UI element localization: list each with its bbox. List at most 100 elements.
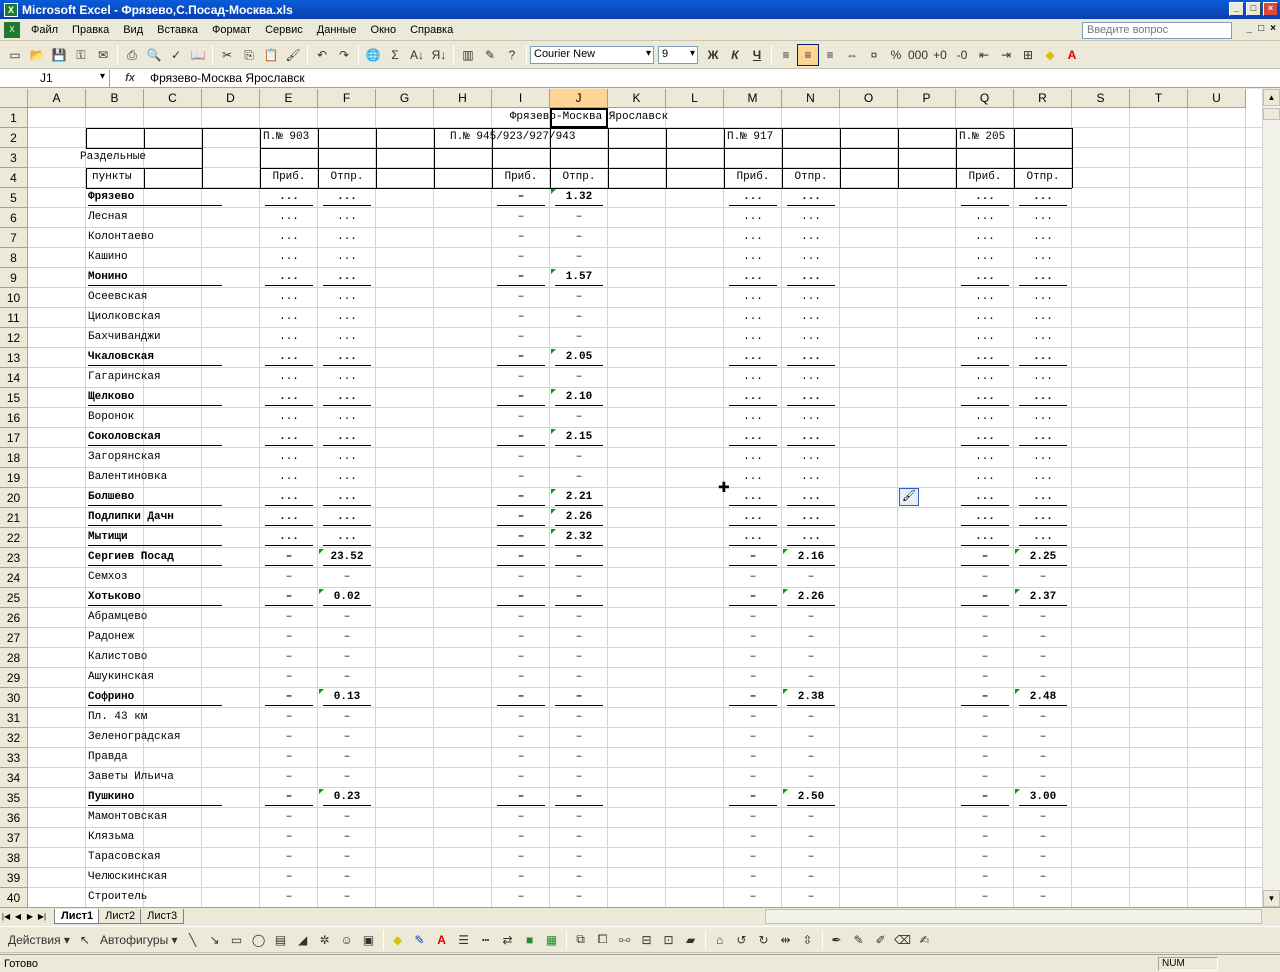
- row-header-27[interactable]: 27: [0, 628, 28, 648]
- font-color-icon[interactable]: A: [1061, 44, 1083, 66]
- send-back-icon[interactable]: ⧟: [614, 929, 636, 951]
- col-header-H[interactable]: H: [434, 89, 492, 108]
- col-header-S[interactable]: S: [1072, 89, 1130, 108]
- row-header-26[interactable]: 26: [0, 608, 28, 628]
- line-icon[interactable]: ╲: [182, 929, 204, 951]
- row-header-20[interactable]: 20: [0, 488, 28, 508]
- pen-icon[interactable]: ✒: [826, 929, 848, 951]
- currency-icon[interactable]: ¤: [863, 44, 885, 66]
- select-objects-icon[interactable]: ↖: [74, 929, 96, 951]
- wordart-icon[interactable]: ◢: [292, 929, 314, 951]
- col-header-K[interactable]: K: [608, 89, 666, 108]
- row-header-31[interactable]: 31: [0, 708, 28, 728]
- col-header-I[interactable]: I: [492, 89, 550, 108]
- row-header-36[interactable]: 36: [0, 808, 28, 828]
- italic-button[interactable]: К: [724, 44, 746, 66]
- eraser-icon[interactable]: ⌫: [892, 929, 914, 951]
- oval-icon[interactable]: ◯: [248, 929, 270, 951]
- prev-sheet-icon[interactable]: ◀: [12, 912, 24, 921]
- worksheet-grid[interactable]: A B C D E F G H I J K L M N O P Q R S T U 1 2 3 4 5 6 7 8 9 10 11 12 13 14…: [0, 89, 1262, 907]
- merge-center-icon[interactable]: ⇔: [841, 44, 863, 66]
- col-header-Q[interactable]: Q: [956, 89, 1014, 108]
- col-header-F[interactable]: F: [318, 89, 376, 108]
- row-header-16[interactable]: 16: [0, 408, 28, 428]
- col-header-C[interactable]: C: [144, 89, 202, 108]
- document-icon[interactable]: X: [4, 22, 20, 38]
- row-header-29[interactable]: 29: [0, 668, 28, 688]
- row-header-11[interactable]: 11: [0, 308, 28, 328]
- row-header-39[interactable]: 39: [0, 868, 28, 888]
- row-header-40[interactable]: 40: [0, 888, 28, 907]
- formula-input[interactable]: Фрязево-Москва Ярославск: [150, 71, 305, 85]
- row-header-3[interactable]: 3: [0, 148, 28, 168]
- name-box[interactable]: J1: [0, 69, 110, 87]
- menu-item-7[interactable]: Окно: [364, 24, 404, 36]
- 3d-icon[interactable]: ▦: [541, 929, 563, 951]
- menu-item-6[interactable]: Данные: [310, 24, 364, 36]
- row-header-35[interactable]: 35: [0, 788, 28, 808]
- menu-item-3[interactable]: Вставка: [150, 24, 205, 36]
- close-button[interactable]: ×: [1263, 2, 1278, 16]
- marker-icon[interactable]: ✎: [848, 929, 870, 951]
- open-icon[interactable]: 📂: [26, 44, 48, 66]
- decrease-decimal-icon[interactable]: -0: [951, 44, 973, 66]
- ungroup-icon[interactable]: ⧉: [570, 929, 592, 951]
- sort-asc-icon[interactable]: A↓: [406, 44, 428, 66]
- shadow-icon[interactable]: ■: [519, 929, 541, 951]
- line-color-icon[interactable]: ✎: [409, 929, 431, 951]
- drawing-icon[interactable]: ✎: [479, 44, 501, 66]
- spelling-icon[interactable]: ✓: [165, 44, 187, 66]
- col-header-P[interactable]: P: [898, 89, 956, 108]
- row-header-5[interactable]: 5: [0, 188, 28, 208]
- autosum-icon[interactable]: Σ: [384, 44, 406, 66]
- align-objects-icon[interactable]: ⊟: [636, 929, 658, 951]
- bring-front-icon[interactable]: ⧠: [592, 929, 614, 951]
- format-painter-icon[interactable]: 🖌: [282, 44, 304, 66]
- last-sheet-icon[interactable]: ▶|: [36, 912, 48, 921]
- paste-icon[interactable]: 📋: [260, 44, 282, 66]
- line-style-icon[interactable]: ☰: [453, 929, 475, 951]
- scroll-down-icon[interactable]: ▼: [1263, 890, 1280, 907]
- scroll-up-icon[interactable]: ▲: [1263, 89, 1280, 106]
- percent-icon[interactable]: %: [885, 44, 907, 66]
- col-header-L[interactable]: L: [666, 89, 724, 108]
- ink-color-icon[interactable]: ✍: [914, 929, 936, 951]
- underline-button[interactable]: Ч: [746, 44, 768, 66]
- help-question-input[interactable]: Введите вопрос: [1082, 22, 1232, 39]
- save-icon[interactable]: 💾: [48, 44, 70, 66]
- excel-app-icon[interactable]: X: [4, 2, 18, 17]
- next-sheet-icon[interactable]: ▶: [24, 912, 36, 921]
- rotate-right-icon[interactable]: ↻: [753, 929, 775, 951]
- row-header-25[interactable]: 25: [0, 588, 28, 608]
- row-header-38[interactable]: 38: [0, 848, 28, 868]
- font-size-combo[interactable]: 9: [658, 46, 698, 64]
- align-right-icon[interactable]: ≡: [819, 44, 841, 66]
- row-header-6[interactable]: 6: [0, 208, 28, 228]
- textbox-icon[interactable]: ▤: [270, 929, 292, 951]
- help-icon[interactable]: ?: [501, 44, 523, 66]
- bold-button[interactable]: Ж: [702, 44, 724, 66]
- fx-icon[interactable]: fx: [110, 72, 150, 84]
- row-header-21[interactable]: 21: [0, 508, 28, 528]
- rotate-left-icon[interactable]: ↺: [731, 929, 753, 951]
- row-header-32[interactable]: 32: [0, 728, 28, 748]
- menu-item-2[interactable]: Вид: [116, 24, 150, 36]
- vertical-scrollbar[interactable]: ▲ ▼: [1262, 89, 1280, 907]
- align-left-icon[interactable]: ≡: [775, 44, 797, 66]
- thousands-icon[interactable]: 000: [907, 44, 929, 66]
- flip-h-icon[interactable]: ⇹: [775, 929, 797, 951]
- row-header-1[interactable]: 1: [0, 108, 28, 128]
- hyperlink-icon[interactable]: 🌐: [362, 44, 384, 66]
- sheet-tab-3[interactable]: Лист3: [140, 908, 185, 924]
- minimize-button[interactable]: _: [1229, 2, 1244, 16]
- menu-item-4[interactable]: Формат: [205, 24, 258, 36]
- print-preview-icon[interactable]: 🔍: [143, 44, 165, 66]
- maximize-button[interactable]: □: [1246, 2, 1261, 16]
- row-header-19[interactable]: 19: [0, 468, 28, 488]
- autoshapes-menu[interactable]: Автофигуры ▾: [96, 929, 182, 951]
- menu-item-1[interactable]: Правка: [65, 24, 116, 36]
- row-header-14[interactable]: 14: [0, 368, 28, 388]
- shadow-settings-icon[interactable]: ▰: [680, 929, 702, 951]
- row-header-33[interactable]: 33: [0, 748, 28, 768]
- flip-v-icon[interactable]: ⇳: [797, 929, 819, 951]
